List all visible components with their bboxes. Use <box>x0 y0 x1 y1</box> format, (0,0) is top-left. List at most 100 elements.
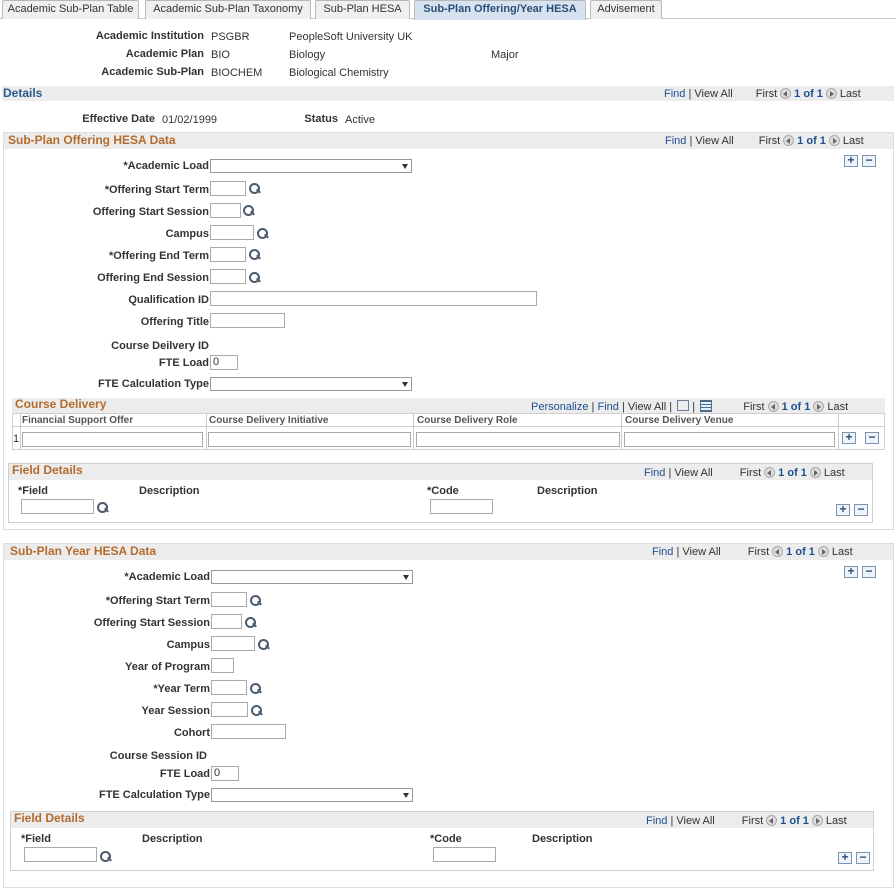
remove-row-button[interactable]: − <box>856 851 870 864</box>
tab-academic-subplan-taxonomy[interactable]: Academic Sub-Plan Taxonomy <box>145 0 311 19</box>
remove-row-button[interactable]: − <box>862 154 876 167</box>
tab-advisement[interactable]: Advisement <box>590 0 662 19</box>
search-icon[interactable] <box>250 595 262 607</box>
page-indicator: 1 of 1 <box>797 135 826 147</box>
prev-arrow-icon[interactable] <box>767 401 779 412</box>
year-of-program-input[interactable] <box>211 658 234 673</box>
next-arrow-icon[interactable] <box>811 815 823 826</box>
prev-arrow-icon[interactable] <box>780 88 792 99</box>
search-icon[interactable] <box>243 205 255 217</box>
offering-title-input[interactable] <box>210 313 285 328</box>
code-input[interactable] <box>430 499 493 514</box>
search-icon[interactable] <box>249 272 261 284</box>
offering-start-term-input[interactable] <box>211 592 247 607</box>
year-session-input[interactable] <box>211 702 248 717</box>
fte-load-input[interactable]: 0 <box>210 355 238 370</box>
field-input[interactable] <box>24 847 97 862</box>
fte-load-input[interactable]: 0 <box>211 766 239 781</box>
search-icon[interactable] <box>251 705 263 717</box>
col-divider <box>20 414 21 450</box>
offering-start-term-input[interactable] <box>210 181 246 196</box>
offering-start-session-input[interactable] <box>210 203 241 218</box>
new-window-icon[interactable] <box>677 400 690 411</box>
prev-arrow-icon[interactable] <box>766 815 778 826</box>
tab-academic-subplan-table[interactable]: Academic Sub-Plan Table <box>2 0 139 19</box>
find-link[interactable]: Find <box>644 467 665 479</box>
sep: | <box>669 401 673 413</box>
offering-end-term-input[interactable] <box>210 247 246 262</box>
view-all-link[interactable]: View All <box>674 467 712 479</box>
field-label: *Field <box>21 833 51 845</box>
prev-arrow-icon[interactable] <box>772 546 784 557</box>
course-delivery-role-input[interactable] <box>416 432 620 447</box>
remove-row-button[interactable]: − <box>862 565 876 578</box>
next-arrow-icon[interactable] <box>828 135 840 146</box>
search-icon[interactable] <box>249 249 261 261</box>
sep: | <box>668 467 672 479</box>
academic-load-select[interactable] <box>211 570 413 584</box>
search-icon[interactable] <box>250 683 262 695</box>
view-all-link[interactable]: View All <box>676 815 714 827</box>
fte-calc-type-select[interactable] <box>210 377 412 391</box>
qualification-id-input[interactable] <box>210 291 537 306</box>
find-link[interactable]: Find <box>646 815 667 827</box>
plan-label: Academic Plan <box>125 48 204 60</box>
cohort-input[interactable] <box>211 724 286 739</box>
view-all-link[interactable]: View All <box>694 88 732 100</box>
add-row-button[interactable]: + <box>844 565 858 578</box>
search-icon[interactable] <box>100 851 112 863</box>
fte-calc-type-select[interactable] <box>211 788 413 802</box>
description-label: Description <box>142 833 203 845</box>
add-row-button[interactable]: + <box>844 154 858 167</box>
offering-start-term-label: *Offering Start Term <box>105 595 210 607</box>
field-input[interactable] <box>21 499 94 514</box>
offering-start-session-input[interactable] <box>211 614 242 629</box>
add-row-button[interactable]: + <box>842 431 856 444</box>
personalize-link[interactable]: Personalize <box>531 401 588 413</box>
remove-row-button[interactable]: − <box>865 431 879 444</box>
academic-load-select[interactable] <box>210 159 412 173</box>
search-icon[interactable] <box>249 183 261 195</box>
year-term-input[interactable] <box>211 680 247 695</box>
add-row-button[interactable]: + <box>836 503 850 516</box>
tab-subplan-hesa[interactable]: Sub-Plan HESA <box>315 0 410 19</box>
find-link[interactable]: Find <box>652 546 673 558</box>
remove-row-button[interactable]: − <box>854 503 868 516</box>
financial-support-offer-input[interactable] <box>22 432 203 447</box>
search-icon[interactable] <box>257 228 269 240</box>
search-icon[interactable] <box>258 639 270 651</box>
campus-input[interactable] <box>210 225 254 240</box>
view-all-link[interactable]: View All <box>695 135 733 147</box>
course-delivery-initiative-input[interactable] <box>208 432 411 447</box>
view-all-link[interactable]: View All <box>682 546 720 558</box>
tab-subplan-offering-year-hesa[interactable]: Sub-Plan Offering/Year HESA <box>414 0 586 20</box>
search-icon[interactable] <box>97 502 109 514</box>
find-link[interactable]: Find <box>665 135 686 147</box>
next-arrow-icon[interactable] <box>825 88 837 99</box>
next-arrow-icon[interactable] <box>817 546 829 557</box>
page-indicator: 1 of 1 <box>780 815 809 827</box>
view-all-link[interactable]: View All <box>628 401 666 413</box>
fte-calc-type-label: FTE Calculation Type <box>97 378 209 390</box>
page-indicator: 1 of 1 <box>794 88 823 100</box>
find-link[interactable]: Find <box>664 88 685 100</box>
status-label: Status <box>304 113 338 125</box>
course-delivery-venue-input[interactable] <box>624 432 835 447</box>
prev-arrow-icon[interactable] <box>783 135 795 146</box>
offering-title-label: Offering Title <box>140 316 209 328</box>
prev-arrow-icon[interactable] <box>764 467 776 478</box>
code-input[interactable] <box>433 847 496 862</box>
offering-end-session-input[interactable] <box>210 269 246 284</box>
fte-calc-type-label: FTE Calculation Type <box>98 789 210 801</box>
details-title: Details <box>3 86 43 100</box>
grid-download-icon[interactable] <box>700 400 713 412</box>
campus-input[interactable] <box>211 636 255 651</box>
row-number: 1 <box>13 433 20 445</box>
search-icon[interactable] <box>245 617 257 629</box>
sep: | <box>670 815 674 827</box>
next-arrow-icon[interactable] <box>809 467 821 478</box>
find-link[interactable]: Find <box>597 401 618 413</box>
add-row-button[interactable]: + <box>838 851 852 864</box>
plan-code: BIO <box>211 49 230 61</box>
next-arrow-icon[interactable] <box>813 401 825 412</box>
